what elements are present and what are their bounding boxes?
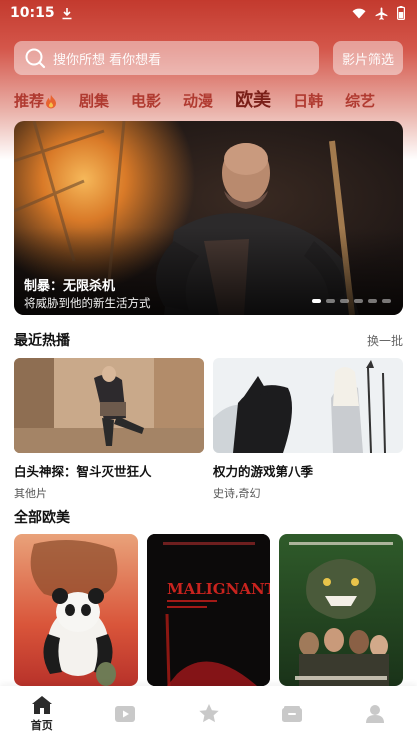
all-western-header: 全部欧美: [14, 507, 403, 527]
status-bar: 10:15: [0, 0, 417, 26]
tab-favorites[interactable]: [167, 686, 250, 741]
jumanji-poster[interactable]: [279, 534, 404, 686]
refresh-button[interactable]: 换一批: [367, 332, 403, 349]
video-thumbnail: [14, 358, 204, 453]
video-title: 白头神探：智斗灭世狂人: [14, 464, 152, 479]
status-time: 10:15: [10, 5, 55, 21]
airplane-icon: [375, 7, 388, 20]
carousel-dot[interactable]: [312, 299, 321, 303]
malignant-poster[interactable]: MALIGNANT: [146, 534, 271, 686]
tab-western[interactable]: 欧美: [235, 90, 271, 112]
carousel-dot[interactable]: [354, 299, 363, 303]
kung-fu-panda-poster[interactable]: [14, 534, 138, 686]
recent-hot-header: 最近热播 换一批: [14, 330, 403, 350]
hero-banner[interactable]: 制暴：无限杀机 将威胁到他的新生活方式: [14, 121, 403, 315]
tab-video[interactable]: [83, 686, 166, 741]
poster-grid: MALIGNANT: [14, 534, 404, 686]
section-title: 最近热播: [14, 333, 70, 349]
video-tags: 其他片: [14, 487, 47, 500]
tab-japan-korea[interactable]: 日韩: [293, 90, 323, 112]
poster-title: MALIGNANT: [167, 580, 271, 598]
tab-variety[interactable]: 综艺: [345, 90, 375, 112]
video-card[interactable]: 权力的游戏第八季 史诗,奇幻: [213, 358, 403, 501]
filter-button[interactable]: 影片筛选: [333, 41, 403, 75]
star-icon: [198, 704, 219, 723]
video-title: 权力的游戏第八季: [213, 464, 314, 479]
tab-label: 首页: [30, 718, 53, 732]
tab-library[interactable]: [250, 686, 333, 741]
user-icon: [366, 704, 385, 723]
hero-subtitle: 将威胁到他的新生活方式: [24, 296, 151, 310]
carousel-indicator: [312, 299, 391, 303]
hero-title: 制暴：无限杀机: [24, 279, 116, 294]
bottom-tab-bar: 首页: [0, 686, 417, 741]
recent-hot-list: 白头神探：智斗灭世狂人 其他片 权力的游戏第八季 史诗,奇幻: [14, 358, 403, 501]
wifi-icon: [352, 8, 366, 19]
section-title: 全部欧美: [14, 510, 70, 526]
carousel-dot[interactable]: [382, 299, 391, 303]
search-icon: [25, 48, 46, 69]
tab-profile[interactable]: [334, 686, 417, 741]
video-thumbnail: [213, 358, 403, 453]
video-card[interactable]: 白头神探：智斗灭世狂人 其他片: [14, 358, 204, 501]
fire-icon: [46, 94, 57, 108]
video-icon: [115, 705, 136, 722]
tab-home[interactable]: 首页: [0, 686, 83, 741]
category-tabs: 推荐 剧集 电影 动漫 欧美 日韩 综艺: [14, 86, 397, 112]
battery-icon: [397, 6, 405, 20]
tab-recommend[interactable]: 推荐: [14, 90, 57, 112]
video-tags: 史诗,奇幻: [213, 487, 261, 500]
tab-series[interactable]: 剧集: [79, 90, 109, 112]
carousel-dot[interactable]: [340, 299, 349, 303]
download-icon: [62, 7, 72, 19]
tab-anime[interactable]: 动漫: [183, 90, 213, 112]
folder-icon: [281, 705, 302, 722]
tab-movies[interactable]: 电影: [131, 90, 161, 112]
search-input[interactable]: 搜你所想 看你想看: [14, 41, 319, 75]
search-placeholder: 搜你所想 看你想看: [53, 52, 162, 68]
search-row: 搜你所想 看你想看 影片筛选: [14, 41, 403, 75]
home-icon: [31, 695, 52, 714]
tab-label: 推荐: [14, 92, 45, 110]
carousel-dot[interactable]: [326, 299, 335, 303]
carousel-dot[interactable]: [368, 299, 377, 303]
